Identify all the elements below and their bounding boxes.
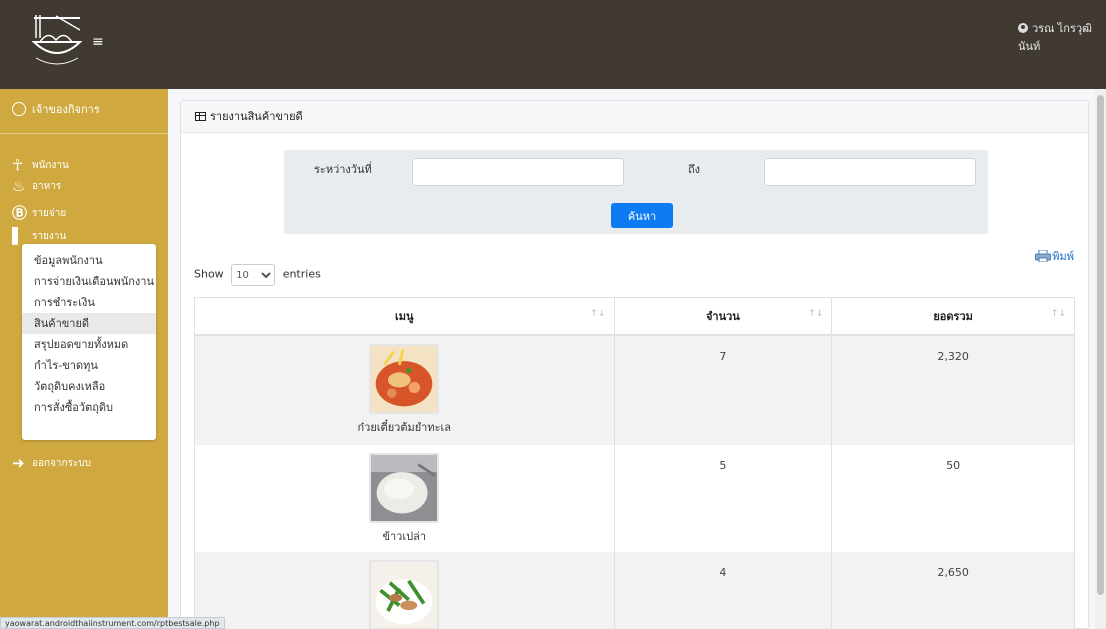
sort-icon: ↑↓ xyxy=(590,309,606,319)
reports-submenu: ข้อมูลพนักงาน การจ่ายเงินเดือนพนักงาน กา… xyxy=(22,244,156,440)
browser-status-url: yaowarat.androidthaiinstrument.com/rptbe… xyxy=(0,617,225,629)
qty-cell: 5 xyxy=(613,444,833,552)
submenu-payments[interactable]: การชำระเงิน xyxy=(22,292,156,313)
sort-icon: ↑↓ xyxy=(1050,309,1066,319)
page-scrollbar[interactable] xyxy=(1095,89,1106,629)
submenu-bestsellers[interactable]: สินค้าขายดี xyxy=(22,313,156,334)
print-label: พิมพ์ xyxy=(1052,250,1074,263)
menu-name: ข้าวเปล่า xyxy=(382,529,427,543)
menu-cell: ก๋วยเตี๋ยวต้มยำทะเล xyxy=(194,334,615,445)
sidebar-divider xyxy=(0,133,168,134)
person-icon: ☥ xyxy=(12,156,24,174)
tomyum-noodle-image xyxy=(369,343,440,414)
sort-icon: ↑↓ xyxy=(808,309,824,319)
date-filter: ระหว่างวันที่ ถึง ค้นหา xyxy=(284,150,988,234)
restaurant-logo[interactable] xyxy=(26,12,88,74)
from-date-label: ระหว่างวันที่ xyxy=(314,163,372,176)
sidebar: เจ้าของกิจการ ☥ พนักงาน ♨ อาหาร Ⓑ รายจ่าย ▌… xyxy=(0,89,168,629)
submenu-employee-info[interactable]: ข้อมูลพนักงาน xyxy=(22,250,156,271)
sidebar-item-label: อาหาร xyxy=(32,181,62,192)
total-cell: 50 xyxy=(831,444,1075,552)
print-button[interactable]: พิมพ์ xyxy=(1035,247,1074,265)
owner-icon xyxy=(12,102,26,116)
steamed-rice-image xyxy=(369,452,440,523)
owner-label: เจ้าของกิจการ xyxy=(32,103,100,116)
report-card: รายงานสินค้าขายดี ระหว่างวันที่ ถึง ค้นห… xyxy=(180,100,1089,629)
card-header: รายงานสินค้าขายดี xyxy=(181,101,1088,133)
total-cell: 2,320 xyxy=(831,334,1075,445)
menu-name: ก๋วยเตี๋ยวต้มยำทะเล xyxy=(357,420,451,434)
sidebar-item-reports[interactable]: ▌ รายงาน xyxy=(12,226,66,246)
sidebar-item-label: รายงาน xyxy=(32,231,67,242)
sidebar-owner[interactable]: เจ้าของกิจการ xyxy=(12,97,100,123)
sidebar-item-label: รายจ่าย xyxy=(32,208,67,219)
to-date-label: ถึง xyxy=(688,163,701,176)
table-row: ข้าวเปล่า 5 50 xyxy=(194,444,1075,552)
top-navbar: ≡ วรณ ไกรวุฒิ นันท์ xyxy=(0,0,1106,89)
submenu-sales-summary[interactable]: สรุปยอดขายทั้งหมด xyxy=(22,334,156,355)
user-menu[interactable]: วรณ ไกรวุฒิ นันท์ xyxy=(1017,20,1092,56)
printer-icon xyxy=(1035,250,1052,262)
user-name-line2: นันท์ xyxy=(1017,40,1041,53)
bar-chart-icon: ▌ xyxy=(12,227,24,245)
header-label: ยอดรวม xyxy=(933,309,973,323)
sidebar-item-employees[interactable]: ☥ พนักงาน xyxy=(12,155,69,175)
sidebar-item-label: พนักงาน xyxy=(32,160,69,171)
sidebar-item-expenses[interactable]: Ⓑ รายจ่าย xyxy=(12,203,66,223)
submenu-purchase[interactable]: การสั่งซื้อวัตถุดิบ xyxy=(22,397,156,418)
submenu-profit-loss[interactable]: กำไร-ขาดทุน xyxy=(22,355,156,376)
food-icon: ♨ xyxy=(12,177,26,195)
user-icon xyxy=(1017,23,1028,33)
show-suffix: entries xyxy=(282,267,321,281)
scrollbar-thumb[interactable] xyxy=(1097,95,1104,595)
sidebar-item-logout[interactable]: ➜ ออกจากระบบ xyxy=(12,453,91,473)
header-label: เมนู xyxy=(394,309,414,323)
qty-cell: 7 xyxy=(613,334,833,445)
sidebar-item-label: ออกจากระบบ xyxy=(32,458,92,469)
col-total-header[interactable]: ยอดรวม ↑↓ xyxy=(831,297,1075,336)
search-button[interactable]: ค้นหา xyxy=(611,203,673,228)
menu-cell: ข้าวเปล่า xyxy=(194,444,615,552)
sidebar-item-food[interactable]: ♨ อาหาร xyxy=(12,176,61,196)
table-icon xyxy=(195,112,206,121)
qty-cell: 4 xyxy=(613,551,833,629)
entries-select[interactable]: 10 xyxy=(231,264,276,286)
brand-area: ≡ xyxy=(0,0,168,89)
stir-fry-dish-image xyxy=(369,559,440,629)
submenu-payroll[interactable]: การจ่ายเงินเดือนพนักงาน xyxy=(22,271,156,292)
menu-cell xyxy=(194,551,615,629)
header-label: จำนวน xyxy=(705,309,740,323)
total-cell: 2,650 xyxy=(831,551,1075,629)
table-row: ก๋วยเตี๋ยวต้มยำทะเล 7 2,320 xyxy=(194,334,1075,445)
submenu-stock[interactable]: วัตถุดิบคงเหลือ xyxy=(22,376,156,397)
show-prefix: Show xyxy=(194,267,224,281)
col-menu-header[interactable]: เมนู ↑↓ xyxy=(194,297,615,336)
bestseller-table: เมนู ↑↓ จำนวน ↑↓ ยอดรวม ↑↓ ก๋วยเตี๋ยวต้ม… xyxy=(194,297,1075,629)
menu-toggle-icon[interactable]: ≡ xyxy=(92,35,106,49)
to-date-input[interactable] xyxy=(764,158,976,186)
col-qty-header[interactable]: จำนวน ↑↓ xyxy=(613,297,833,336)
from-date-input[interactable] xyxy=(412,158,624,186)
table-row: 4 2,650 xyxy=(194,551,1075,629)
user-name-line1: วรณ ไกรวุฒิ xyxy=(1031,22,1092,35)
card-title: รายงานสินค้าขายดี xyxy=(210,110,303,123)
logout-icon: ➜ xyxy=(12,454,25,472)
entries-length: Show 10 entries xyxy=(194,264,321,286)
baht-icon: Ⓑ xyxy=(12,204,28,222)
